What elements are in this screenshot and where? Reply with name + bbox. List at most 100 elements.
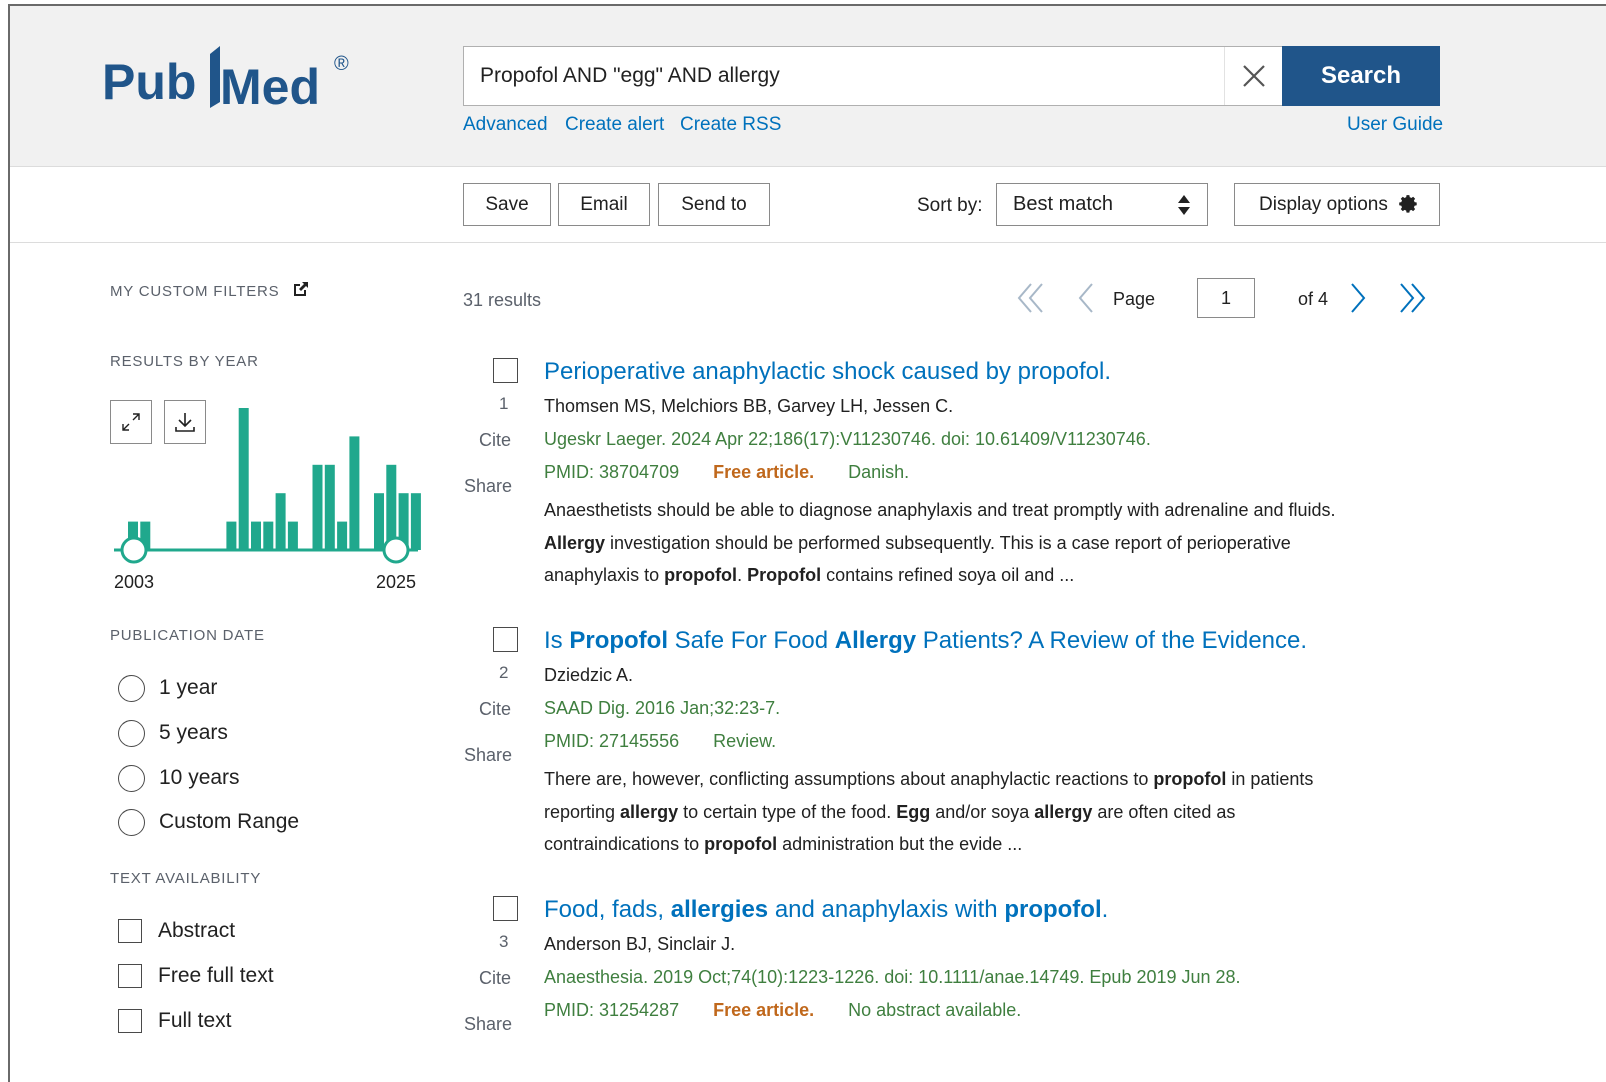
result-meta: PMID: 38704709 Free article. Danish. (544, 462, 909, 483)
result-checkbox[interactable] (493, 358, 518, 383)
checkbox[interactable] (118, 919, 142, 943)
histogram-bar[interactable] (275, 493, 286, 550)
filter-full-text[interactable]: Full text (118, 1006, 232, 1036)
send-to-button[interactable]: Send to (658, 183, 770, 226)
result-title-link[interactable]: Food, fads, allergies and anaphylaxis wi… (544, 896, 1108, 924)
date-filter-label: 5 years (159, 721, 228, 744)
histogram-bar[interactable] (324, 464, 335, 550)
result-title-link[interactable]: Perioperative anaphylactic shock caused … (544, 358, 1111, 386)
histogram-bar[interactable] (287, 521, 298, 550)
next-page-icon[interactable] (1346, 278, 1370, 318)
checkbox[interactable] (118, 1009, 142, 1033)
results-toolbar: Save Email Send to Sort by: Best match D… (10, 167, 1606, 243)
page-label: Page (1113, 289, 1156, 309)
snippet-line: anaphylaxis to propofol. Propofol contai… (544, 565, 1075, 586)
radio-button[interactable] (118, 808, 145, 836)
year-end-label: 2025 (376, 572, 417, 592)
radio-button[interactable] (118, 674, 145, 702)
result-pmid: PMID: 27145556 (544, 731, 680, 751)
last-page-icon[interactable] (1396, 278, 1428, 318)
result-citation: SAAD Dig. 2016 Jan;32:23-7. (544, 698, 781, 718)
create-rss-link[interactable]: Create RSS (680, 114, 781, 136)
cite-button[interactable]: Cite (479, 430, 511, 451)
histogram-bar[interactable] (226, 521, 237, 550)
cite-button[interactable]: Cite (479, 699, 511, 720)
filter-abstract[interactable]: Abstract (118, 916, 235, 946)
snippet-line: Anaesthetists should be able to diagnose… (544, 500, 1336, 520)
histogram-bar[interactable] (337, 521, 348, 550)
email-button[interactable]: Email (558, 183, 650, 226)
snippet-line: Allergy investigation should be performe… (544, 532, 1291, 553)
custom-filters-label[interactable]: MY CUSTOM FILTERS (110, 283, 279, 300)
logo-trademark: ® (334, 53, 349, 75)
checkbox[interactable] (118, 964, 142, 988)
radio-button[interactable] (118, 764, 145, 792)
close-icon (1242, 65, 1265, 87)
histogram-bar[interactable] (263, 521, 274, 550)
logo-text-right: Med (220, 59, 320, 115)
result-meta: PMID: 31254287 Free article. No abstract a… (544, 1000, 1021, 1021)
external-link-icon[interactable] (292, 280, 310, 298)
share-button[interactable]: Share (464, 476, 512, 497)
sort-select[interactable]: Best match (996, 183, 1208, 226)
radio-button[interactable] (118, 719, 145, 747)
date-filter-label: Custom Range (159, 810, 300, 833)
date-filter-label: 10 years (159, 766, 240, 789)
user-guide-label[interactable]: User Guide (1347, 114, 1443, 135)
display-options-button[interactable]: Display options (1234, 183, 1440, 226)
cite-button[interactable]: Cite (479, 968, 511, 989)
sort-value: Best match (1013, 193, 1114, 215)
save-button[interactable]: Save (463, 183, 551, 226)
result-checkbox[interactable] (493, 896, 518, 921)
date-filter-5-years[interactable]: 5 years (118, 718, 228, 748)
date-filter-1-year[interactable]: 1 year (118, 673, 217, 703)
pubmed-logo[interactable]: Pub Med ® (102, 42, 372, 122)
user-guide-link[interactable]: User Guide (1347, 114, 1443, 136)
year-range-start-handle[interactable] (120, 536, 148, 564)
advanced-link-label[interactable]: Advanced (463, 114, 548, 135)
snippet-line: There are, however, conflicting assumpti… (544, 769, 1314, 789)
result-citation: Ugeskr Laeger. 2024 Apr 22;186(17):V1123… (544, 429, 1151, 449)
first-page-icon[interactable] (1015, 278, 1047, 318)
snippet-line: contraindications to propofol administra… (544, 834, 1023, 855)
result-meta: PMID: 27145556 Review. (544, 731, 776, 752)
result-title-link[interactable]: Is Propofol Safe For Food Allergy Patien… (544, 627, 1307, 655)
histogram-bar[interactable] (349, 436, 360, 550)
histogram-bar[interactable] (312, 464, 323, 550)
create-rss-label[interactable]: Create RSS (680, 114, 781, 135)
create-alert-label[interactable]: Create alert (565, 114, 664, 135)
result-number: 2 (499, 663, 509, 682)
result-checkbox[interactable] (493, 627, 518, 652)
share-button[interactable]: Share (464, 1014, 512, 1035)
previous-page-icon[interactable] (1074, 278, 1098, 318)
sort-label: Sort by: (917, 195, 983, 216)
text-availability-heading: TEXT AVAILABILITY (110, 870, 262, 887)
filter-label: Full text (158, 1009, 232, 1032)
histogram-bar[interactable] (251, 521, 261, 550)
page-number-input[interactable]: 1 (1197, 278, 1255, 318)
result-pmid: PMID: 31254287 (544, 1000, 680, 1020)
result-number: 1 (499, 394, 509, 413)
date-filter-10-years[interactable]: 10 years (118, 763, 240, 793)
date-filter-custom-range[interactable]: Custom Range (118, 807, 299, 837)
create-alert-link[interactable]: Create alert (565, 114, 664, 136)
year-range-end-handle[interactable] (382, 536, 410, 564)
results-by-year-histogram[interactable] (110, 400, 430, 570)
advanced-link[interactable]: Advanced (463, 114, 548, 136)
free-article-badge: Free article. (713, 1000, 815, 1020)
histogram-bar[interactable] (410, 493, 421, 550)
custom-filters-heading[interactable]: MY CUSTOM FILTERS (110, 280, 310, 300)
result-tag: Review. (713, 731, 777, 751)
search-input[interactable] (464, 47, 1224, 105)
histogram-bar[interactable] (374, 493, 384, 550)
clear-search-button[interactable] (1224, 47, 1282, 105)
year-start-label: 2003 (114, 572, 155, 592)
filter-label: Abstract (158, 919, 236, 942)
sort-arrows-icon (1178, 195, 1190, 215)
free-article-badge: Free article. (713, 462, 815, 482)
histogram-bar[interactable] (238, 408, 249, 550)
share-button[interactable]: Share (464, 745, 512, 766)
search-button[interactable]: Search (1282, 46, 1440, 106)
header: Pub Med ® Search Advanced Create alert C… (10, 6, 1606, 167)
filter-free-full-text[interactable]: Free full text (118, 961, 274, 991)
